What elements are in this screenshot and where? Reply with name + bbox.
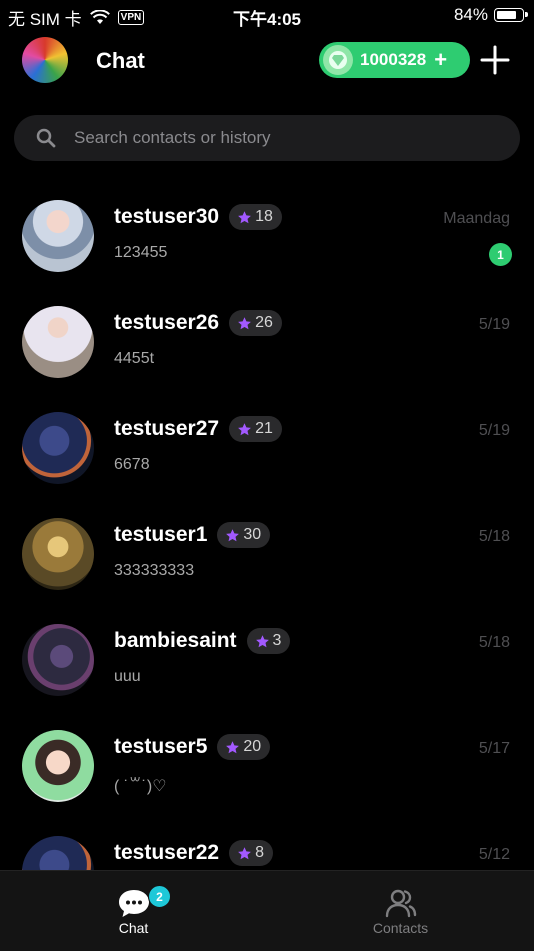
level-value: 3 <box>272 632 282 649</box>
last-message: ( ˙꒳˙)♡ <box>114 778 167 795</box>
contact-name-wrap: testuser27 21 <box>114 416 282 442</box>
star-icon <box>255 634 269 647</box>
message-time: 5/19 <box>478 422 510 439</box>
star-icon <box>226 528 240 541</box>
chat-row-testuser30[interactable]: testuser30 18 123455 Maandag 1 <box>0 182 534 288</box>
level-value: 21 <box>255 420 273 437</box>
message-time: Maandag <box>443 210 510 227</box>
last-message: 4455t <box>114 350 155 367</box>
chat-row-bambiesaint[interactable]: bambiesaint 3 uuu 5/18 <box>0 606 534 712</box>
avatar <box>22 624 94 696</box>
star-icon <box>238 422 251 435</box>
message-time: 5/18 <box>478 528 510 545</box>
level-value: 8 <box>255 844 264 861</box>
contact-name: testuser1 <box>114 523 208 546</box>
last-message: 6678 <box>114 456 150 473</box>
last-message: 123455 <box>114 244 168 261</box>
level-value: 30 <box>243 526 262 543</box>
chat-unread-badge: 2 <box>148 885 171 908</box>
chat-row-testuser27[interactable]: testuser27 21 6678 5/19 <box>0 394 534 500</box>
battery-icon <box>494 8 528 22</box>
status-bar: 无 SIM 卡 VPN 下午4:05 84% <box>0 0 534 30</box>
chat-list: testuser30 18 123455 Maandag 1 testuser2… <box>0 182 534 870</box>
avatar <box>22 200 94 272</box>
message-time: 5/18 <box>478 634 510 651</box>
level-badge: 18 <box>229 204 282 230</box>
avatar <box>22 836 94 870</box>
contact-name-wrap: bambiesaint 3 <box>114 628 291 654</box>
page-title: Chat <box>96 48 145 73</box>
contact-name-wrap: testuser1 30 <box>114 522 271 548</box>
message-time: 5/12 <box>478 846 510 863</box>
tab-bar: 2 Chat Contacts <box>0 870 534 951</box>
contact-name: testuser30 <box>114 205 220 228</box>
star-icon <box>238 316 251 329</box>
level-badge: 20 <box>217 734 271 760</box>
level-value: 18 <box>255 208 273 225</box>
add-coins-icon: + <box>434 47 448 72</box>
battery-fill <box>497 11 517 19</box>
contact-name-wrap: testuser5 20 <box>114 734 271 760</box>
chat-row-testuser1[interactable]: testuser1 30 333333333 5/18 <box>0 500 534 606</box>
level-badge: 30 <box>217 522 271 548</box>
star-icon <box>226 740 240 753</box>
avatar <box>22 306 94 378</box>
battery-percent: 84% <box>453 5 488 24</box>
unread-badge: 1 <box>489 243 512 266</box>
tab-contacts-label: Contacts <box>372 920 429 936</box>
tab-chat[interactable]: 2 Chat <box>0 871 267 951</box>
user-avatar[interactable] <box>22 37 68 83</box>
contact-name: testuser27 <box>114 417 220 440</box>
avatar <box>22 730 94 802</box>
tab-chat-label: Chat <box>118 920 149 936</box>
level-value: 26 <box>255 314 273 331</box>
search-icon <box>36 128 56 148</box>
avatar <box>22 518 94 590</box>
contact-name: bambiesaint <box>114 629 237 652</box>
level-badge: 26 <box>229 310 282 336</box>
contact-name-wrap: testuser22 8 <box>114 840 273 866</box>
tab-contacts[interactable]: Contacts <box>267 871 534 951</box>
contact-name-wrap: testuser30 18 <box>114 204 282 230</box>
last-message: uuu <box>114 668 141 685</box>
search-bar[interactable] <box>14 115 520 161</box>
star-icon <box>238 210 251 223</box>
level-value: 20 <box>243 738 262 755</box>
last-message: 333333333 <box>114 562 195 579</box>
message-time: 5/17 <box>478 740 510 757</box>
contact-name-wrap: testuser26 26 <box>114 310 282 336</box>
chat-row-testuser26[interactable]: testuser26 26 4455t 5/19 <box>0 288 534 394</box>
app-header: Chat 1000328 + <box>0 34 534 88</box>
contact-name: testuser26 <box>114 311 220 334</box>
add-chat-button[interactable] <box>480 45 510 75</box>
contact-name: testuser5 <box>114 735 208 758</box>
status-right: 84% <box>453 5 528 25</box>
contacts-icon <box>385 889 416 918</box>
gem-icon <box>323 45 353 75</box>
level-badge: 21 <box>229 416 282 442</box>
chat-row-testuser22[interactable]: testuser22 8 5/12 <box>0 818 534 870</box>
avatar <box>22 412 94 484</box>
message-time: 5/19 <box>478 316 510 333</box>
contact-name: testuser22 <box>114 841 220 864</box>
chat-row-testuser5[interactable]: testuser5 20 ( ˙꒳˙)♡ 5/17 <box>0 712 534 818</box>
coin-balance-button[interactable]: 1000328 + <box>319 42 470 78</box>
level-badge: 8 <box>229 840 273 866</box>
star-icon <box>238 846 251 859</box>
coin-amount: 1000328 <box>360 50 427 69</box>
search-input[interactable] <box>72 127 496 149</box>
chat-bubble-icon <box>118 890 149 917</box>
level-badge: 3 <box>246 628 291 654</box>
